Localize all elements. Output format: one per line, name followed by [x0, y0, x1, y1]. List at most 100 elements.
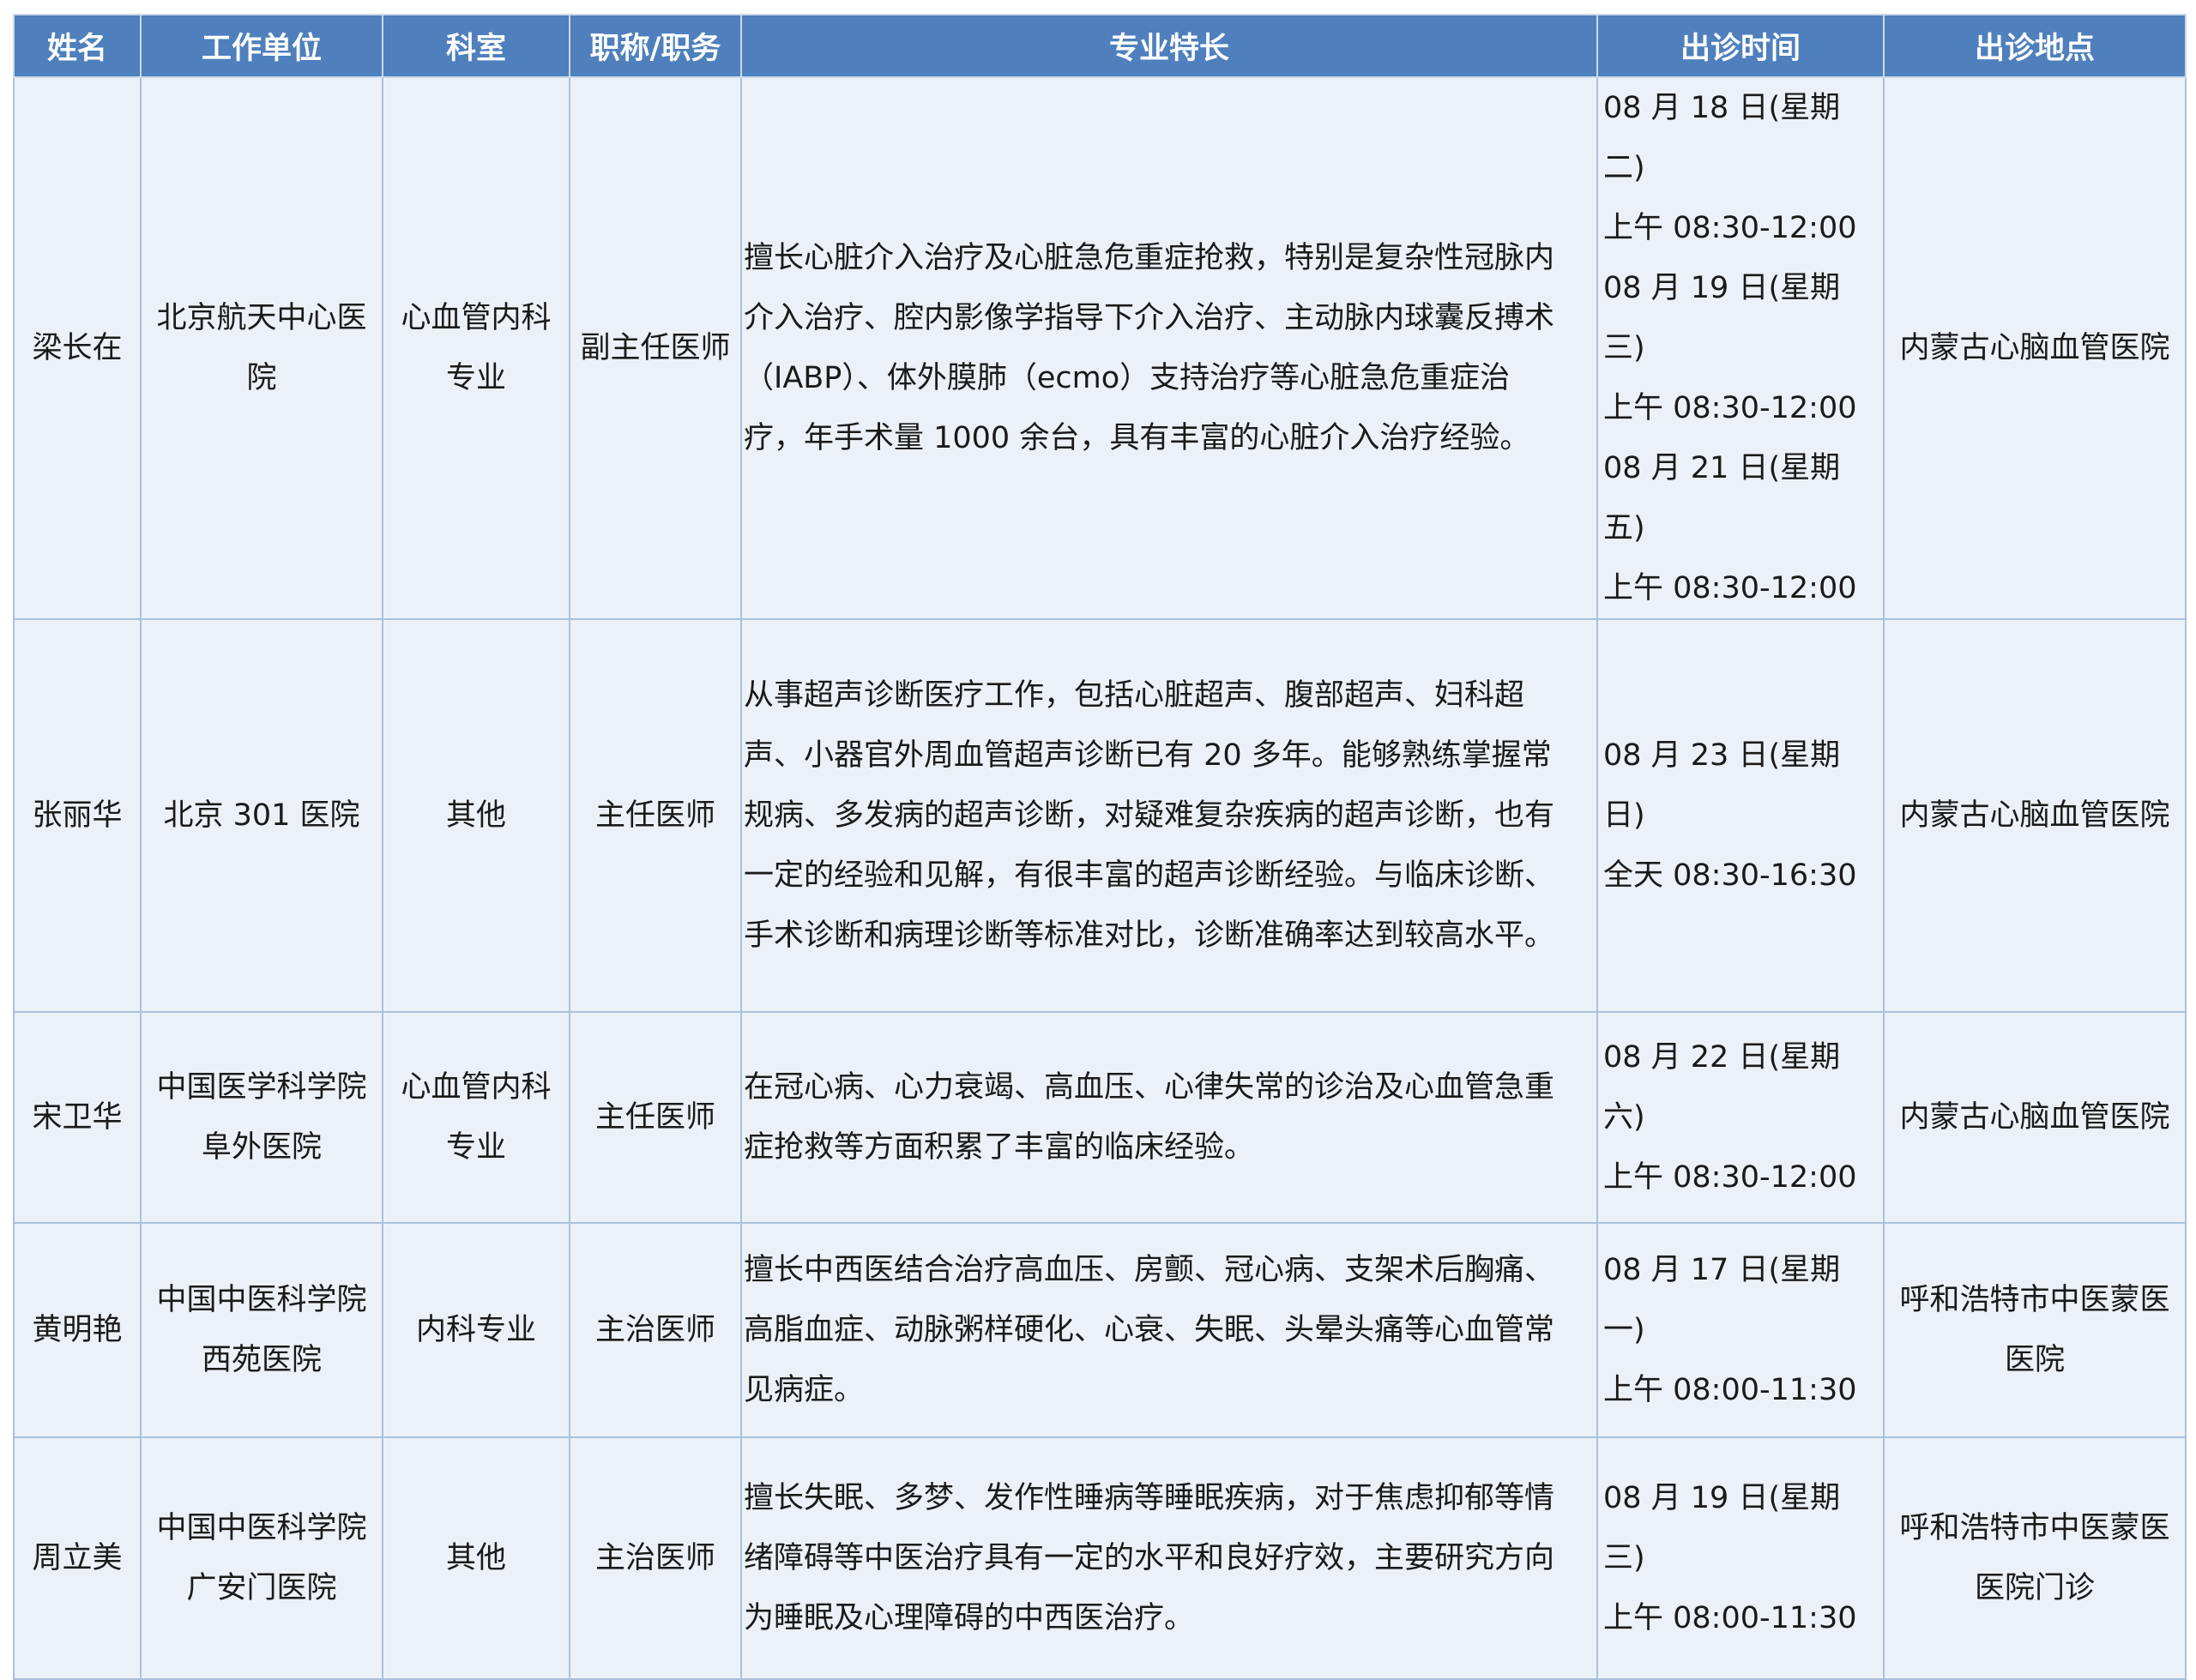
specialty-line: 擅长心脏介入治疗及心脏急危重症抢救，特别是复杂性冠脉内: [744, 241, 1555, 275]
times-line: 08 月 21 日(星期五): [1603, 451, 1841, 545]
times-lines: 08 月 22 日(星期六) 上午 08:30-12:00: [1603, 1027, 1878, 1207]
header-department: 科室: [382, 14, 570, 78]
department-line: 内科专业: [415, 1313, 536, 1347]
cell-title: 主任医师: [569, 618, 742, 1013]
cell-specialty: 擅长失眠、多梦、发作性睡病等睡眠疾病，对于焦虑抑郁等情 绪障碍等中医治疗具有一定的…: [740, 1436, 1598, 1680]
unit-lines: 中国中医科学院 广安门医院: [148, 1498, 375, 1618]
specialty-line: 症抢救等方面积累了丰富的临床经验。: [744, 1130, 1255, 1165]
unit-lines: 北京航天中心医院: [148, 288, 375, 408]
header-location: 出诊地点: [1883, 14, 2187, 78]
unit-line: 北京航天中心医: [156, 301, 367, 335]
department-line: 专业: [445, 1130, 506, 1165]
department-lines: 心血管内科 专业: [390, 288, 562, 408]
cell-unit: 中国医学科学院 阜外医院: [140, 1011, 383, 1224]
times-line: 上午 08:30-12:00: [1603, 571, 1857, 605]
specialty-line: 绪障碍等中医治疗具有一定的水平和良好疗效，主要研究方向: [744, 1541, 1555, 1575]
specialty-line: 手术诊断和病理诊断等标准对比，诊断准确率达到较高水平。: [744, 918, 1555, 953]
times-line: 上午 08:30-12:00: [1603, 1160, 1857, 1195]
department-line: 心血管内科: [401, 301, 552, 335]
cell-specialty: 擅长中西医结合治疗高血压、房颤、冠心病、支架术后胸痛、 高脂血症、动脉粥样硬化、心…: [740, 1222, 1598, 1438]
cell-location: 内蒙古心脑血管医院: [1883, 1011, 2187, 1224]
location-line: 呼和浩特市中医蒙医: [1899, 1511, 2170, 1545]
location-line: 内蒙古心脑血管医院: [1899, 331, 2170, 365]
location-line: 呼和浩特市中医蒙医: [1899, 1283, 2170, 1317]
header-time: 出诊时间: [1596, 14, 1885, 78]
cell-department: 心血管内科 专业: [382, 76, 570, 620]
cell-location: 内蒙古心脑血管医院: [1883, 76, 2187, 620]
cell-location: 呼和浩特市中医蒙医 医院: [1883, 1222, 2187, 1438]
specialty-line: 在冠心病、心力衰竭、高血压、心律失常的诊治及心血管急重: [744, 1070, 1555, 1105]
specialty-lines: 擅长失眠、多梦、发作性睡病等睡眠疾病，对于焦虑抑郁等情 绪障碍等中医治疗具有一定的…: [744, 1468, 1595, 1648]
times-line: 上午 08:30-12:00: [1603, 211, 1857, 245]
unit-lines: 北京 301 医院: [148, 786, 375, 846]
cell-name: 张丽华: [13, 618, 142, 1013]
specialty-line: 规病、多发病的超声诊断，对疑难复杂疾病的超声诊断，也有: [744, 798, 1555, 833]
specialty-line: 擅长失眠、多梦、发作性睡病等睡眠疾病，对于焦虑抑郁等情: [744, 1481, 1555, 1515]
cell-times: 08 月 19 日(星期三) 上午 08:00-11:30: [1596, 1436, 1885, 1680]
cell-location: 内蒙古心脑血管医院: [1883, 618, 2187, 1013]
specialty-line: 为睡眠及心理障碍的中西医治疗。: [744, 1601, 1195, 1635]
times-line: 08 月 23 日(星期日): [1603, 738, 1841, 833]
cell-title: 主治医师: [569, 1222, 742, 1438]
cell-title: 主任医师: [569, 1011, 742, 1224]
header-unit: 工作单位: [140, 14, 383, 78]
specialty-lines: 擅长中西医结合治疗高血压、房颤、冠心病、支架术后胸痛、 高脂血症、动脉粥样硬化、心…: [744, 1240, 1595, 1420]
specialty-line: （IABP）、体外膜肺（ecmo）支持治疗等心脏急危重症治: [744, 361, 1511, 395]
header-specialty: 专业特长: [740, 14, 1598, 78]
cell-department: 心血管内科 专业: [382, 1011, 570, 1224]
department-line: 其他: [445, 798, 506, 833]
cell-specialty: 擅长心脏介入治疗及心脏急危重症抢救，特别是复杂性冠脉内 介入治疗、腔内影像学指导下…: [740, 76, 1598, 620]
unit-lines: 中国中医科学院 西苑医院: [148, 1270, 375, 1390]
cell-department: 其他: [382, 1436, 570, 1680]
page: 姓名 工作单位 科室 职称/职务 专业特长 出诊时间 出诊地点 梁长在 北京航天中…: [0, 0, 2196, 1680]
cell-name: 周立美: [13, 1436, 142, 1680]
unit-line: 院: [246, 361, 277, 395]
times-lines: 08 月 18 日(星期二) 上午 08:30-12:00 08 月 19 日(星期…: [1603, 78, 1878, 618]
specialty-lines: 在冠心病、心力衰竭、高血压、心律失常的诊治及心血管急重 症抢救等方面积累了丰富的临…: [744, 1057, 1595, 1177]
cell-specialty: 从事超声诊断医疗工作，包括心脏超声、腹部超声、妇科超 声、小器官外周血管超声诊断已…: [740, 618, 1598, 1013]
department-lines: 心血管内科 专业: [390, 1057, 562, 1177]
times-line: 08 月 18 日(星期二): [1603, 91, 1841, 185]
location-lines: 内蒙古心脑血管医院: [1891, 318, 2178, 378]
specialty-line: 一定的经验和见解，有很丰富的超声诊断经验。与临床诊断、: [744, 858, 1555, 893]
times-line: 全天 08:30-16:30: [1603, 858, 1857, 893]
specialty-line: 见病症。: [744, 1373, 865, 1407]
cell-specialty: 在冠心病、心力衰竭、高血压、心律失常的诊治及心血管急重 症抢救等方面积累了丰富的临…: [740, 1011, 1598, 1224]
header-row: 姓名 工作单位 科室 职称/职务 专业特长 出诊时间 出诊地点: [13, 14, 2187, 78]
department-lines: 内科专业: [390, 1300, 562, 1360]
specialty-line: 介入治疗、腔内影像学指导下介入治疗、主动脉内球囊反搏术: [744, 301, 1555, 335]
location-lines: 内蒙古心脑血管医院: [1891, 1087, 2178, 1147]
times-line: 08 月 22 日(星期六): [1603, 1040, 1841, 1135]
location-line: 医院: [2004, 1343, 2065, 1377]
times-lines: 08 月 23 日(星期日) 全天 08:30-16:30: [1603, 726, 1878, 906]
cell-unit: 中国中医科学院 广安门医院: [140, 1436, 383, 1680]
location-line: 内蒙古心脑血管医院: [1899, 798, 2170, 833]
unit-line: 中国医学科学院: [156, 1070, 367, 1105]
cell-department: 内科专业: [382, 1222, 570, 1438]
department-lines: 其他: [390, 1528, 562, 1588]
cell-department: 其他: [382, 618, 570, 1013]
cell-title: 主治医师: [569, 1436, 742, 1680]
cell-location: 呼和浩特市中医蒙医 医院门诊: [1883, 1436, 2187, 1680]
specialty-line: 声、小器官外周血管超声诊断已有 20 多年。能够熟练掌握常: [744, 738, 1552, 773]
location-lines: 内蒙古心脑血管医院: [1891, 786, 2178, 846]
cell-name: 宋卫华: [13, 1011, 142, 1224]
unit-line: 中国中医科学院: [156, 1511, 367, 1545]
specialty-line: 擅长中西医结合治疗高血压、房颤、冠心病、支架术后胸痛、: [744, 1253, 1555, 1287]
times-lines: 08 月 19 日(星期三) 上午 08:00-11:30: [1603, 1468, 1878, 1648]
times-line: 上午 08:00-11:30: [1603, 1373, 1857, 1407]
unit-lines: 中国医学科学院 阜外医院: [148, 1057, 375, 1177]
location-line: 内蒙古心脑血管医院: [1899, 1100, 2170, 1135]
cell-name: 梁长在: [13, 76, 142, 620]
location-lines: 呼和浩特市中医蒙医 医院门诊: [1891, 1498, 2178, 1618]
table-row: 周立美 中国中医科学院 广安门医院 其他 主治医师 擅长失眠、多梦、发作性睡病等睡眠疾病，…: [13, 1436, 2187, 1680]
table-row: 黄明艳 中国中医科学院 西苑医院 内科专业 主治医师 擅长中西医结合治疗高血压、房颤、冠心…: [13, 1222, 2187, 1438]
cell-times: 08 月 22 日(星期六) 上午 08:30-12:00: [1596, 1011, 1885, 1224]
unit-line: 西苑医院: [201, 1343, 322, 1377]
specialty-line: 从事超声诊断医疗工作，包括心脏超声、腹部超声、妇科超: [744, 678, 1525, 713]
header-name: 姓名: [13, 14, 142, 78]
unit-line: 广安门医院: [186, 1571, 337, 1605]
table-row: 张丽华 北京 301 医院 其他 主任医师 从事超声诊断医疗工作，包括心脏超声、腹部超声…: [13, 618, 2187, 1013]
table-row: 梁长在 北京航天中心医院心血管内科 专业 副主任医师 擅长心脏介入治疗及心脏急危重症抢救…: [13, 76, 2187, 620]
specialty-lines: 擅长心脏介入治疗及心脏急危重症抢救，特别是复杂性冠脉内 介入治疗、腔内影像学指导下…: [744, 228, 1595, 468]
